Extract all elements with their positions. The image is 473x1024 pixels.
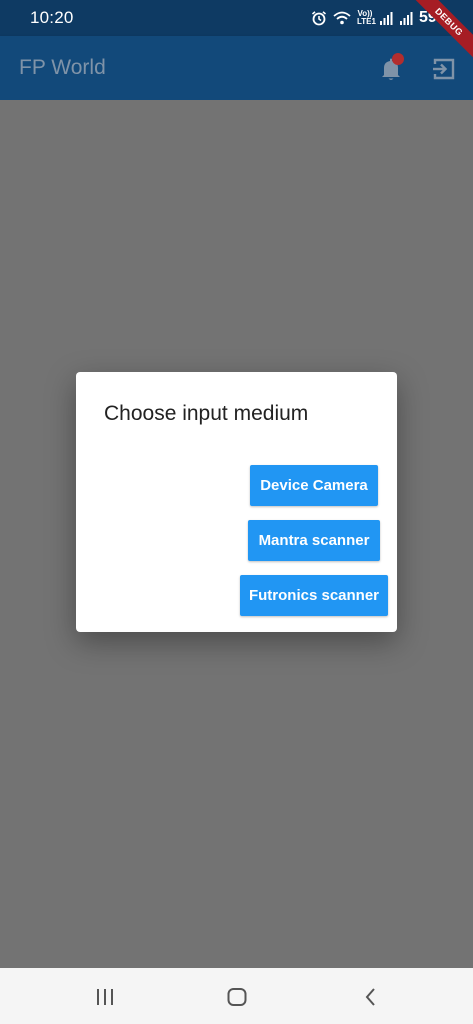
notifications-icon xyxy=(376,58,406,88)
notification-badge xyxy=(392,53,404,65)
home-icon xyxy=(224,988,250,1014)
device-camera-button[interactable]: Device Camera xyxy=(250,465,378,506)
status-time: 10:20 xyxy=(30,8,74,27)
input-medium-dialog: Choose input medium Device Camera Mantra… xyxy=(76,372,397,632)
app-title: FP World xyxy=(19,56,106,79)
app-bar: FP World xyxy=(0,36,473,100)
signal-icon xyxy=(379,11,393,25)
volte-icon: Vo)) LTE1 xyxy=(356,10,376,26)
status-bar: 10:20 Vo)) LTE1 xyxy=(0,0,473,36)
signal-icon xyxy=(399,11,413,25)
recents-icon xyxy=(92,989,118,1014)
recents-button[interactable] xyxy=(92,984,118,1010)
logout-icon xyxy=(431,58,457,86)
mantra-scanner-button[interactable]: Mantra scanner xyxy=(248,520,380,561)
volte-bottom-label: LTE1 xyxy=(356,17,376,26)
notifications-button[interactable] xyxy=(376,53,406,84)
back-icon xyxy=(358,988,384,1014)
back-button[interactable] xyxy=(358,984,384,1010)
dialog-title: Choose input medium xyxy=(104,402,309,425)
home-button[interactable] xyxy=(224,984,250,1010)
wifi-icon xyxy=(333,11,351,25)
logout-button[interactable] xyxy=(431,56,457,82)
system-nav-bar xyxy=(0,968,473,1024)
alarm-icon xyxy=(311,10,327,26)
futronics-scanner-button[interactable]: Futronics scanner xyxy=(240,575,388,616)
